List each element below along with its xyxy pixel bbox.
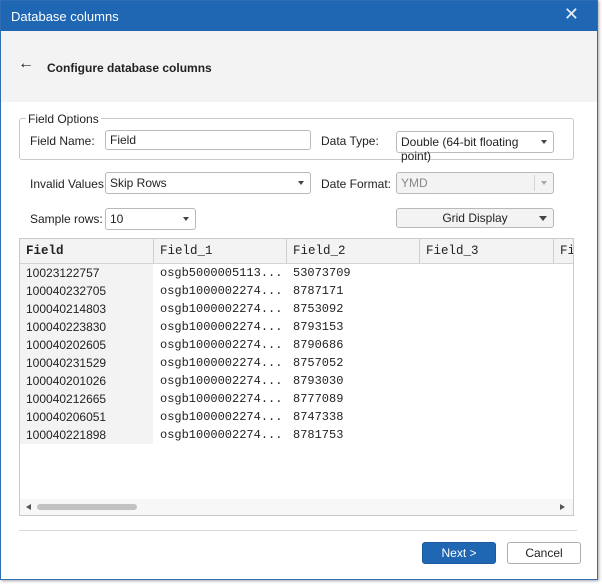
scroll-thumb[interactable] xyxy=(37,504,137,510)
grid-display-button[interactable]: Grid Display xyxy=(396,208,554,228)
back-arrow-icon[interactable]: ← xyxy=(18,55,34,73)
date-format-select: YMD xyxy=(396,172,554,194)
column-field-1: osgb5000005113... osgb1000002274... osgb… xyxy=(154,264,287,444)
date-format-label: Date Format: xyxy=(321,177,392,191)
table-cell: 8753092 xyxy=(293,302,344,316)
window-title: Database columns xyxy=(11,9,119,24)
grid-header: Field Field_1 Field_2 Field_3 Fi xyxy=(20,239,573,264)
field-options-legend: Field Options xyxy=(26,112,101,126)
table-cell: 10023122757 xyxy=(26,266,100,280)
sample-rows-select[interactable]: 10 xyxy=(105,208,196,230)
table-cell: 100040223830 xyxy=(26,320,107,334)
invalid-values-select[interactable]: Skip Rows xyxy=(105,172,311,194)
sample-rows-value: 10 xyxy=(110,212,124,226)
table-cell: 8787171 xyxy=(293,284,344,298)
grid-display-label: Grid Display xyxy=(442,211,508,225)
close-icon[interactable]: ✕ xyxy=(564,4,579,25)
table-cell: 53073709 xyxy=(293,266,351,280)
table-cell: 8790686 xyxy=(293,338,344,352)
table-cell: osgb1000002274... xyxy=(160,356,283,370)
data-type-select[interactable]: Double (64-bit floating point) xyxy=(396,131,554,163)
table-cell: 100040201026 xyxy=(26,374,107,388)
chevron-down-icon xyxy=(183,217,189,221)
table-cell: 100040231529 xyxy=(26,356,107,370)
column-field-2: 53073709 8787171 8753092 8793153 8790686… xyxy=(287,264,420,444)
table-cell: 8757052 xyxy=(293,356,344,370)
table-cell: 8781753 xyxy=(293,428,344,442)
table-cell: 100040232705 xyxy=(26,284,107,298)
title-bar: Database columns ✕ xyxy=(1,1,597,31)
chevron-down-icon xyxy=(539,216,547,221)
chevron-down-icon xyxy=(541,181,547,185)
invalid-values-value: Skip Rows xyxy=(110,176,167,190)
table-cell: osgb1000002274... xyxy=(160,284,283,298)
table-cell: 8747338 xyxy=(293,410,344,424)
column-header-field-4[interactable]: Fi xyxy=(554,239,573,263)
table-cell: osgb1000002274... xyxy=(160,428,283,442)
table-cell: osgb1000002274... xyxy=(160,338,283,352)
next-button[interactable]: Next > xyxy=(422,542,496,564)
page-title: Configure database columns xyxy=(47,61,212,75)
scroll-left-icon[interactable] xyxy=(26,504,31,510)
field-name-input[interactable] xyxy=(105,130,311,150)
table-cell: 8793153 xyxy=(293,320,344,334)
table-cell: osgb1000002274... xyxy=(160,392,283,406)
table-cell: 100040206051 xyxy=(26,410,107,424)
horizontal-scrollbar[interactable] xyxy=(20,499,573,515)
column-header-field[interactable]: Field xyxy=(20,239,154,263)
table-cell: 100040214803 xyxy=(26,302,107,316)
table-cell: osgb1000002274... xyxy=(160,320,283,334)
column-header-field-1[interactable]: Field_1 xyxy=(154,239,287,263)
chevron-down-icon xyxy=(298,181,304,185)
footer-divider xyxy=(19,530,577,531)
sample-rows-label: Sample rows: xyxy=(30,212,103,226)
table-cell: 8777089 xyxy=(293,392,344,406)
table-cell: 100040202605 xyxy=(26,338,107,352)
preview-grid: Field Field_1 Field_2 Field_3 Fi 1002312… xyxy=(19,238,574,516)
date-format-value: YMD xyxy=(401,176,428,190)
data-type-label: Data Type: xyxy=(321,134,379,148)
table-cell: osgb5000005113... xyxy=(160,266,283,280)
table-cell: 8793030 xyxy=(293,374,344,388)
table-cell: osgb1000002274... xyxy=(160,410,283,424)
column-header-field-2[interactable]: Field_2 xyxy=(287,239,420,263)
table-cell: osgb1000002274... xyxy=(160,302,283,316)
invalid-values-label: Invalid Values: xyxy=(30,177,108,191)
scroll-right-icon[interactable] xyxy=(560,504,565,510)
chevron-down-icon xyxy=(541,140,547,144)
table-cell: 100040212665 xyxy=(26,392,107,406)
cancel-button[interactable]: Cancel xyxy=(507,542,581,564)
field-name-label: Field Name: xyxy=(30,134,95,148)
column-header-field-3[interactable]: Field_3 xyxy=(420,239,554,263)
table-cell: 100040221898 xyxy=(26,428,107,442)
page-header: ← Configure database columns xyxy=(1,31,597,102)
column-field: 10023122757 100040232705 100040214803 10… xyxy=(20,264,153,444)
table-cell: osgb1000002274... xyxy=(160,374,283,388)
combo-divider xyxy=(534,175,535,191)
